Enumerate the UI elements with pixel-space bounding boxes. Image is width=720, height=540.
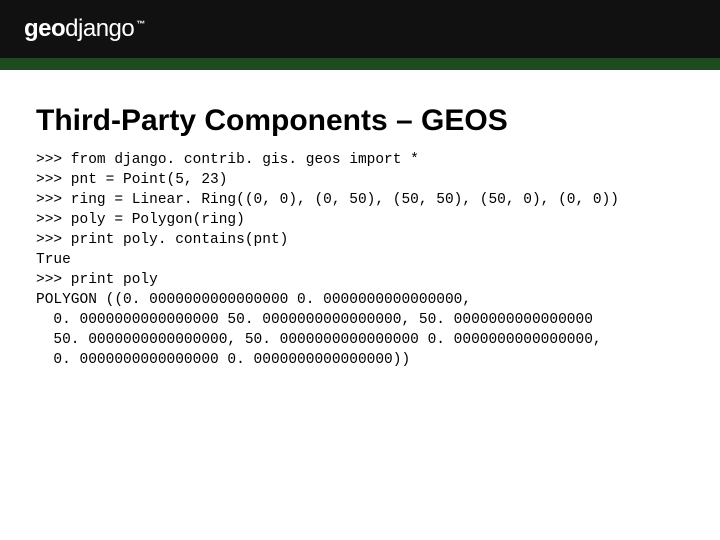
slide-content: Third-Party Components – GEOS >>> from d… [0, 70, 720, 370]
slide-header: geodjango™ [0, 0, 720, 70]
slide-title: Third-Party Components – GEOS [36, 104, 684, 138]
geodjango-logo: geodjango™ [24, 15, 145, 43]
logo-django-text: django [65, 15, 134, 42]
logo-trademark: ™ [136, 19, 145, 29]
logo-geo-text: geo [24, 15, 65, 42]
code-block: >>> from django. contrib. gis. geos impo… [36, 150, 684, 370]
